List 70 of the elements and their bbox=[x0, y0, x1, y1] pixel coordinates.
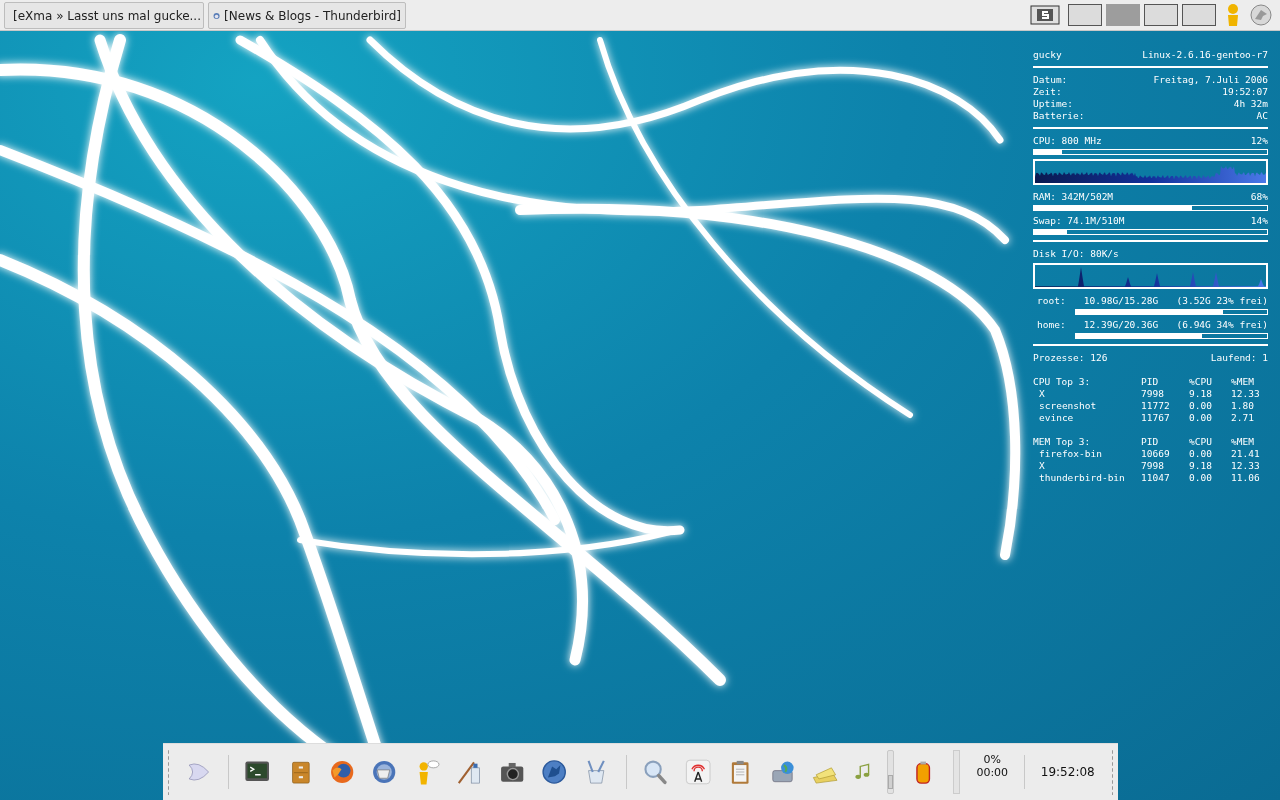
monitor-value: (3.52G 23% frei) bbox=[1176, 295, 1268, 307]
table-cell-text: X bbox=[1038, 388, 1046, 400]
table-cell-text: 0.00 bbox=[1189, 472, 1213, 484]
battery-percent: 0% bbox=[983, 753, 1001, 766]
column-header: %CPU bbox=[1189, 376, 1213, 388]
table-cell-text: 0.00 bbox=[1189, 412, 1213, 424]
desktop-thumbnail[interactable] bbox=[1144, 4, 1178, 26]
column-header: %MEM bbox=[1231, 376, 1255, 388]
clock[interactable]: 19:52:08 bbox=[1040, 765, 1095, 779]
monitor-label: Batterie: bbox=[1033, 110, 1085, 122]
table-cell-text: 21.41 bbox=[1231, 448, 1261, 460]
monitor-label: home: bbox=[1037, 319, 1066, 331]
monitor-label: RAM: 342M/502M bbox=[1033, 191, 1114, 203]
monitor-value: 4h 32m bbox=[1233, 98, 1268, 110]
monitor-value: Freitag, 7.Juli 2006 bbox=[1153, 74, 1268, 86]
table-cell-text: 12.33 bbox=[1231, 388, 1261, 400]
table-cell-text: 9.18 bbox=[1189, 460, 1213, 472]
desktop-thumbnail[interactable] bbox=[1182, 4, 1216, 26]
desktop-thumbnail[interactable] bbox=[1068, 4, 1102, 26]
slider-thumb[interactable] bbox=[887, 775, 894, 789]
battery-time: 00:00 bbox=[976, 766, 1009, 779]
column-header: PID bbox=[1141, 436, 1160, 448]
monitor-label: Swap: 74.1M/510M bbox=[1033, 215, 1125, 227]
table-cell-text: 11.06 bbox=[1231, 472, 1261, 484]
table-cell-text: evince bbox=[1038, 412, 1075, 424]
column-header: %MEM bbox=[1231, 436, 1255, 448]
monitor-value: 10.98G/15.28G bbox=[1083, 295, 1159, 307]
volume-slider[interactable] bbox=[886, 750, 895, 794]
monitor-value: 19:52:07 bbox=[1222, 86, 1268, 98]
table-cell-text: 7998 bbox=[1141, 460, 1165, 472]
monitor-value: 14% bbox=[1250, 215, 1268, 227]
s-letter-icon[interactable] bbox=[1030, 5, 1060, 25]
monitor-label: CPU: 800 MHz bbox=[1033, 135, 1102, 147]
monitor-label: root: bbox=[1037, 295, 1066, 307]
window-button[interactable]: [eXma » Lasst uns mal gucke... bbox=[4, 2, 204, 29]
table-cell-text: screenshot bbox=[1038, 400, 1098, 412]
table-cell-text: X bbox=[1038, 460, 1046, 472]
table-cell-text: 11767 bbox=[1141, 412, 1171, 424]
table-cell-text: 7998 bbox=[1141, 388, 1165, 400]
monitor-value: 12.39G/20.36G bbox=[1083, 319, 1159, 331]
monitor-label: gucky bbox=[1033, 49, 1062, 61]
table-cell-text: 11772 bbox=[1141, 400, 1171, 412]
table-cell-text: firefox-bin bbox=[1038, 448, 1103, 460]
monitor-label: Zeit: bbox=[1033, 86, 1062, 98]
monitor-value: 68% bbox=[1250, 191, 1268, 203]
table-cell-text: 0.00 bbox=[1189, 448, 1213, 460]
monitor-value: Laufend: 1 bbox=[1210, 352, 1268, 364]
table-cell-text: 0.00 bbox=[1189, 400, 1213, 412]
window-button[interactable]: [News & Blogs - Thunderbird] bbox=[208, 2, 406, 29]
column-header: PID bbox=[1141, 376, 1160, 388]
monitor-value: (6.94G 34% frei) bbox=[1176, 319, 1268, 331]
table-cell-text: 2.71 bbox=[1231, 412, 1255, 424]
desktop-thumbnail[interactable] bbox=[1106, 4, 1140, 26]
monitor-label: Datum: bbox=[1033, 74, 1068, 86]
monitor-value: Linux-2.6.16-gentoo-r7 bbox=[1142, 49, 1268, 61]
table-cell-text: 10669 bbox=[1141, 448, 1171, 460]
monitor-value: AC bbox=[1256, 110, 1268, 122]
table-cell-text: thunderbird-bin bbox=[1038, 472, 1126, 484]
monitor-value: 12% bbox=[1250, 135, 1268, 147]
table-title: MEM Top 3: bbox=[1033, 436, 1092, 448]
monitor-label: Disk I/O: 80K/s bbox=[1033, 248, 1119, 260]
monitor-label: Prozesse: 126 bbox=[1033, 352, 1108, 364]
column-header: %CPU bbox=[1189, 436, 1213, 448]
table-cell-text: 11047 bbox=[1141, 472, 1171, 484]
table-title: CPU Top 3: bbox=[1033, 376, 1092, 388]
battery-meter bbox=[952, 750, 961, 794]
table-cell-text: 12.33 bbox=[1231, 460, 1261, 472]
table-cell-text: 1.80 bbox=[1231, 400, 1255, 412]
monitor-label: Uptime: bbox=[1033, 98, 1074, 110]
table-cell-text: 9.18 bbox=[1189, 388, 1213, 400]
